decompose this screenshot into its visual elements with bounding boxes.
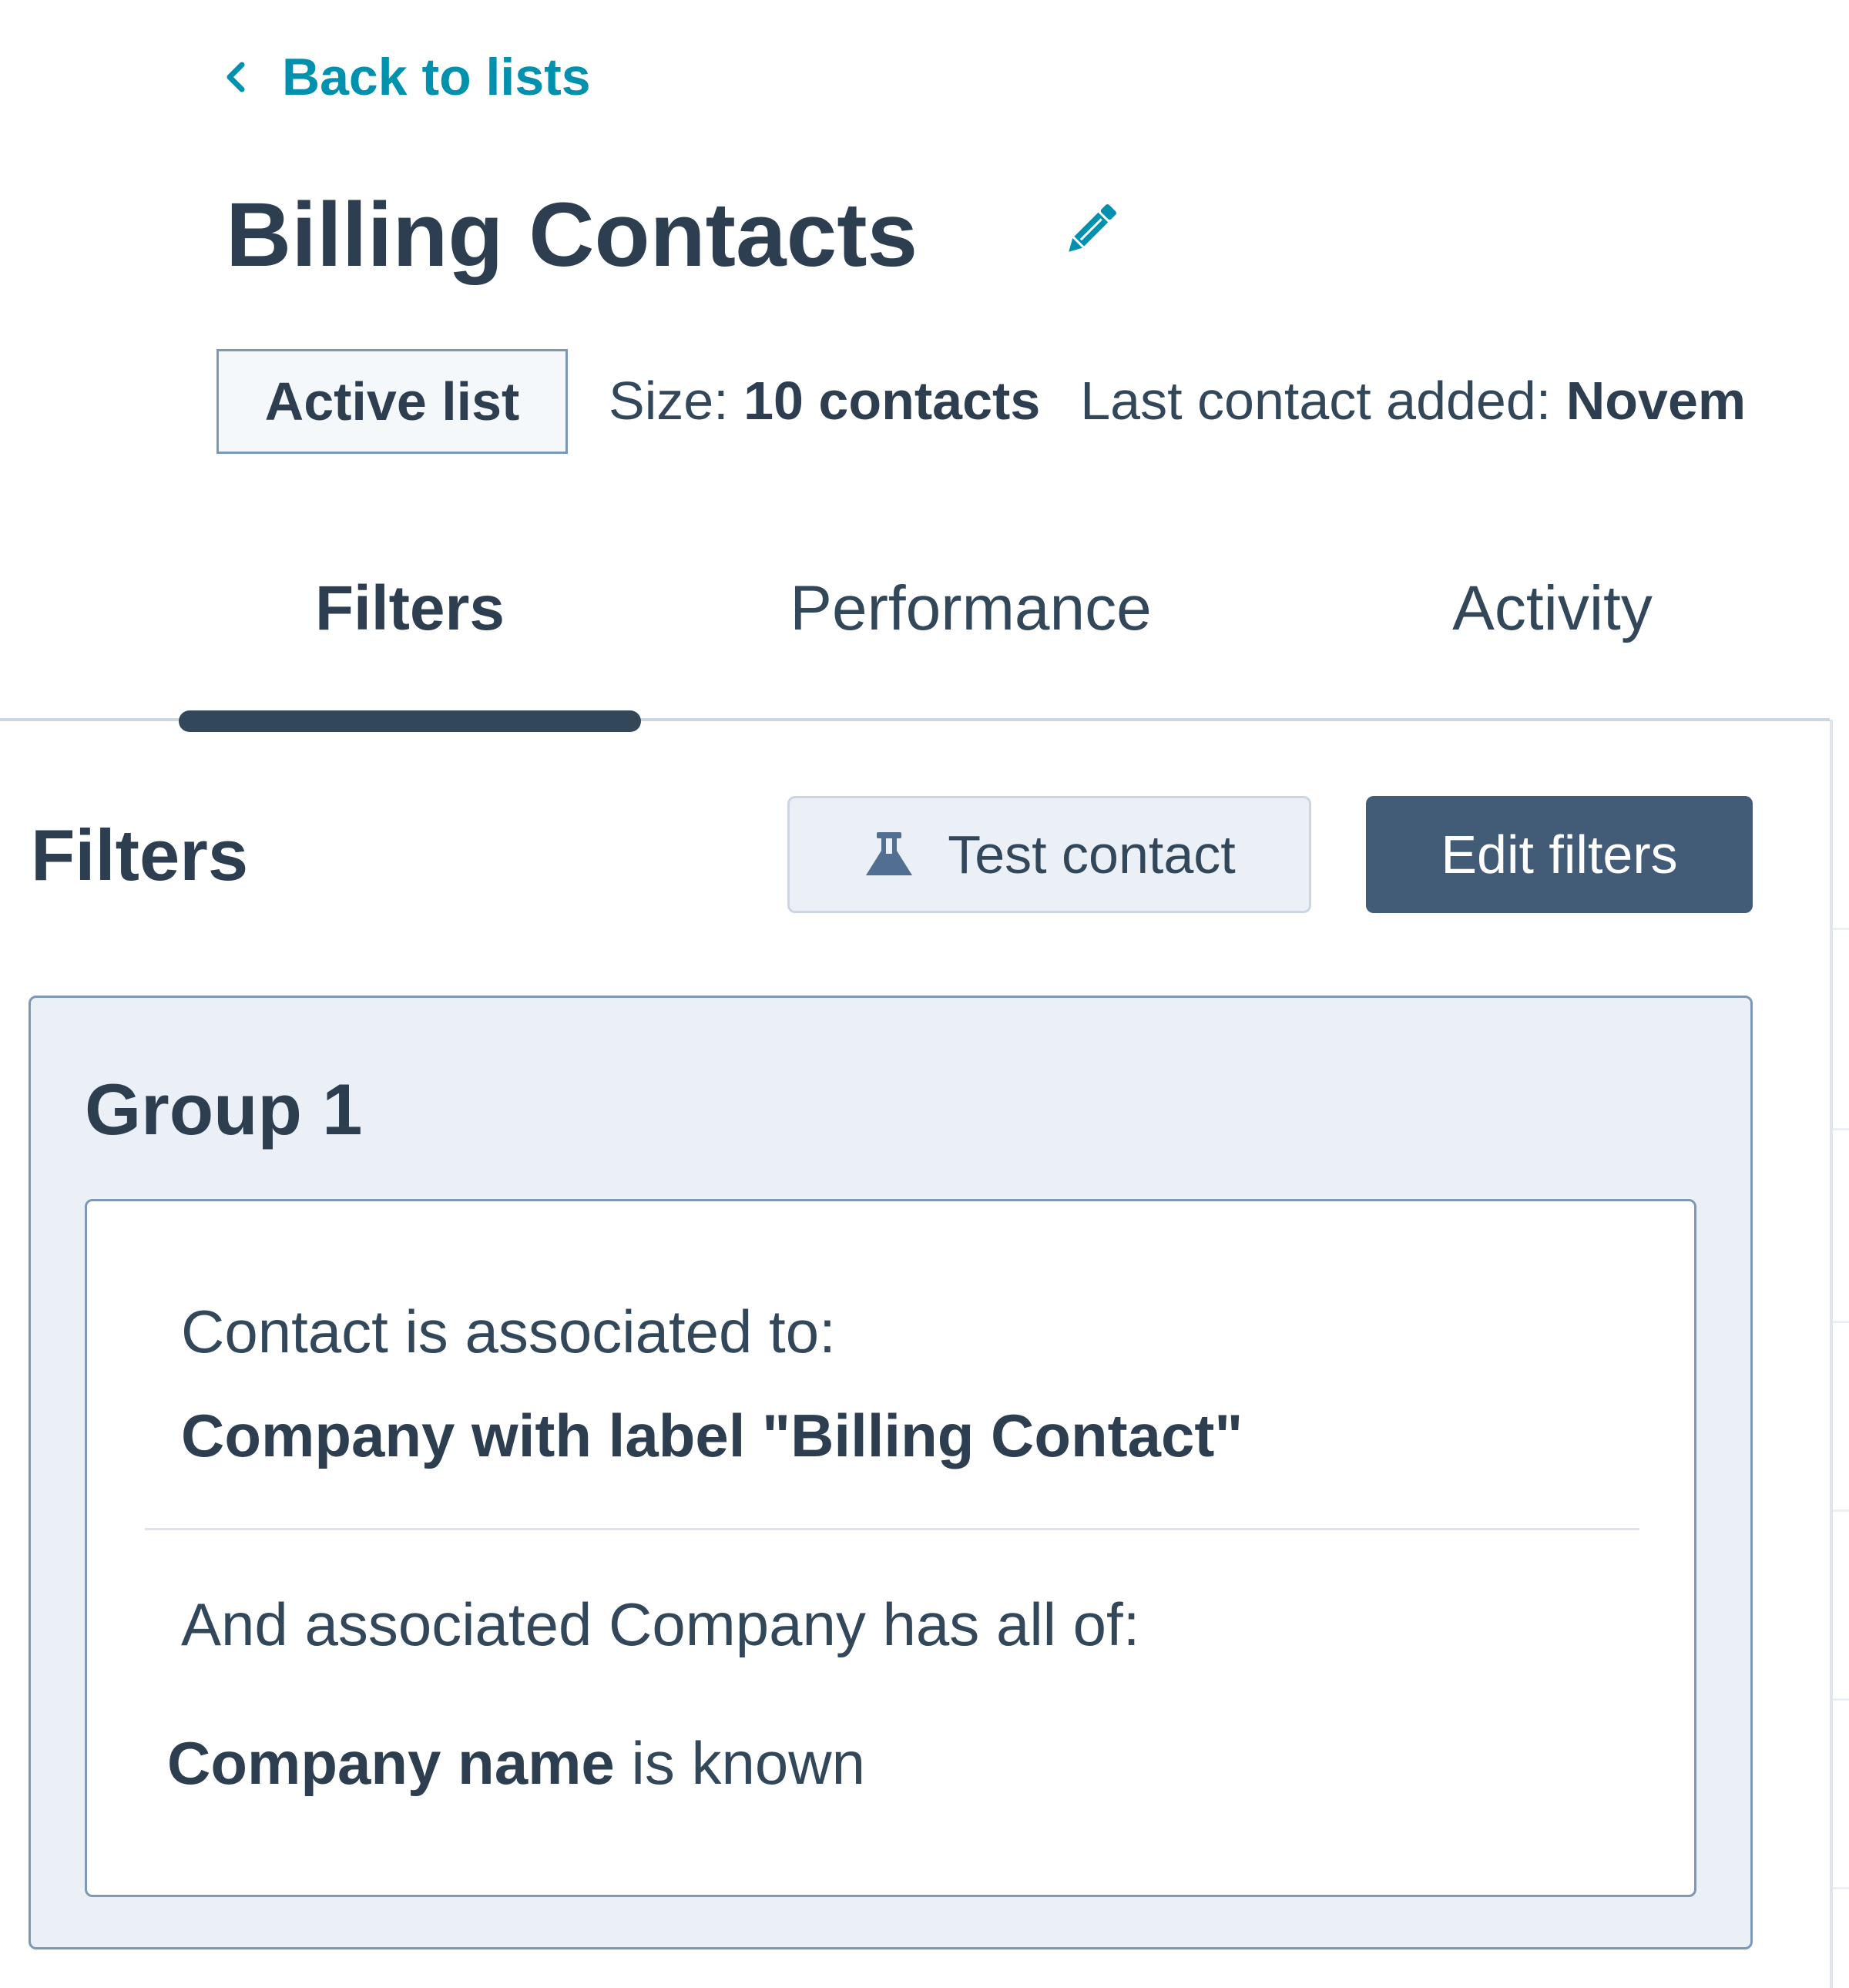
- tab-activity[interactable]: Activity: [1425, 562, 1680, 655]
- tab-filters[interactable]: Filters: [179, 562, 641, 655]
- last-added-label: Last contact added:: [1080, 371, 1552, 431]
- association-intro: Contact is associated to:: [181, 1298, 836, 1365]
- test-contact-button[interactable]: Test contact: [787, 796, 1311, 913]
- list-type-badge: Active list: [216, 349, 568, 454]
- group-title: Group 1: [85, 1069, 363, 1150]
- condition-property: Company name: [167, 1729, 615, 1797]
- flask-icon: [863, 831, 915, 878]
- edit-filters-button[interactable]: Edit filters: [1366, 796, 1753, 913]
- page-title: Billing Contacts: [226, 184, 918, 286]
- association-target: Company with label "Billing Contact": [181, 1402, 1243, 1469]
- condition-rule: Company name is known: [167, 1721, 865, 1805]
- size-label: Size:: [609, 371, 729, 431]
- size-value: 10 contacts: [743, 371, 1041, 431]
- filter-divider: [145, 1528, 1639, 1530]
- condition-operator: is known: [631, 1729, 865, 1797]
- test-contact-label: Test contact: [948, 824, 1236, 885]
- tab-performance[interactable]: Performance: [763, 562, 1179, 655]
- back-to-lists-link[interactable]: Back to lists: [223, 42, 591, 112]
- filters-section-title: Filters: [31, 814, 249, 895]
- side-panel-edge: [1830, 720, 1849, 1988]
- list-meta: Size: 10 contacts Last contact added: No…: [609, 362, 1746, 439]
- chevron-left-icon: [223, 60, 247, 94]
- condition-intro: And associated Company has all of:: [181, 1590, 1140, 1658]
- active-tab-indicator: [179, 710, 641, 732]
- back-link-label: Back to lists: [282, 48, 591, 106]
- pencil-icon[interactable]: [1059, 196, 1125, 262]
- last-added-value: Novem: [1565, 371, 1747, 431]
